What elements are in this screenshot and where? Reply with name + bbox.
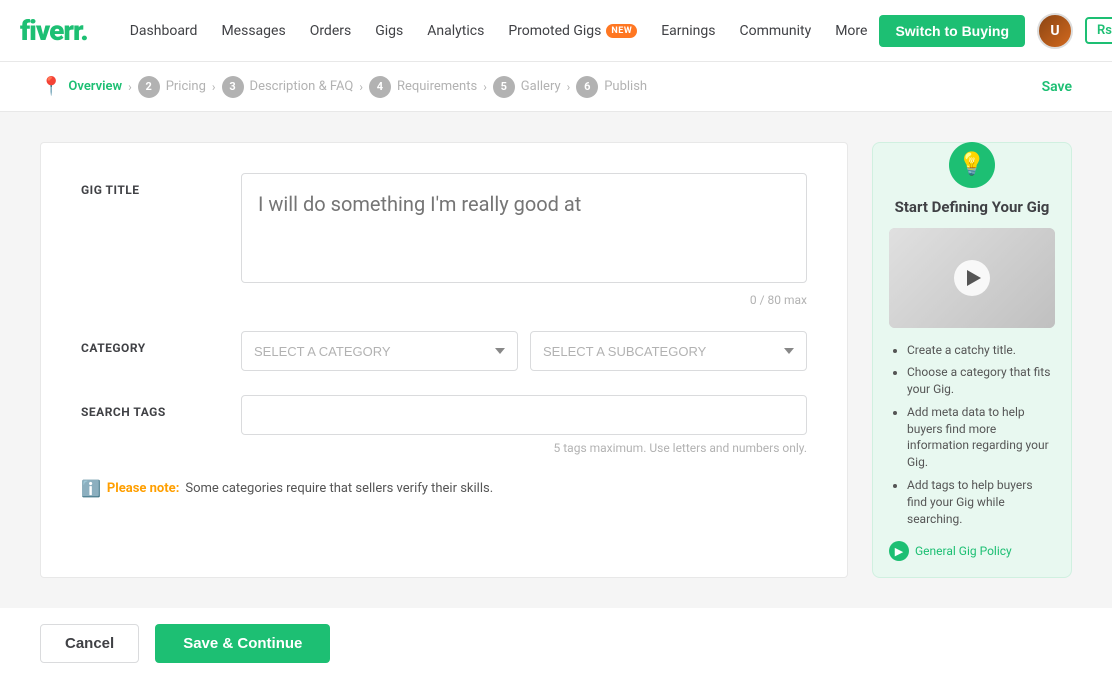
nav-item-messages[interactable]: Messages xyxy=(209,0,297,62)
main-content: GIG TITLE 0 / 80 max CATEGORY SELECT A C… xyxy=(0,112,1112,608)
search-tags-field: 5 tags maximum. Use letters and numbers … xyxy=(241,395,807,455)
nav-item-analytics[interactable]: Analytics xyxy=(415,0,496,62)
category-row: CATEGORY SELECT A CATEGORY SELECT A SUBC… xyxy=(81,331,807,371)
step-pricing-label: Pricing xyxy=(166,79,206,94)
breadcrumb-step-pricing[interactable]: 2 Pricing xyxy=(138,76,206,98)
cancel-button[interactable]: Cancel xyxy=(40,624,139,663)
navbar-right: Switch to Buying U Rs7,293.32 xyxy=(879,13,1112,49)
save-link[interactable]: Save xyxy=(1042,79,1072,95)
nav-menu: Dashboard Messages Orders Gigs Analytics… xyxy=(118,0,880,62)
step-requirements-label: Requirements xyxy=(397,79,477,94)
search-tags-label: SEARCH TAGS xyxy=(81,395,241,419)
breadcrumb-arrow-3: › xyxy=(359,80,363,94)
category-selects: SELECT A CATEGORY SELECT A SUBCATEGORY xyxy=(241,331,807,371)
gig-title-label: GIG TITLE xyxy=(81,173,241,197)
please-note-label: Please note: xyxy=(107,481,179,496)
policy-icon: ▶ xyxy=(889,541,909,561)
please-note-text: Some categories require that sellers ver… xyxy=(185,481,493,496)
nav-item-orders[interactable]: Orders xyxy=(298,0,364,62)
nav-item-earnings[interactable]: Earnings xyxy=(649,0,727,62)
policy-link[interactable]: ▶ General Gig Policy xyxy=(889,541,1055,561)
bottom-bar: Cancel Save & Continue xyxy=(0,608,1112,679)
nav-item-gigs[interactable]: Gigs xyxy=(363,0,415,62)
switch-buying-button[interactable]: Switch to Buying xyxy=(879,15,1025,47)
breadcrumb-arrow-2: › xyxy=(212,80,216,94)
navbar: fiverr. Dashboard Messages Orders Gigs A… xyxy=(0,0,1112,62)
nav-item-more[interactable]: More xyxy=(823,0,879,62)
breadcrumb-step-description[interactable]: 3 Description & FAQ xyxy=(222,76,354,98)
breadcrumb-step-requirements[interactable]: 4 Requirements xyxy=(369,76,477,98)
lightbulb-icon-container: 💡 xyxy=(889,159,1055,188)
step-6-num: 6 xyxy=(576,76,598,98)
step-4-num: 4 xyxy=(369,76,391,98)
breadcrumb-arrow-4: › xyxy=(483,80,487,94)
policy-label: General Gig Policy xyxy=(915,544,1012,558)
sidebar-card: 💡 Start Defining Your Gig Create a catch… xyxy=(872,142,1072,578)
tags-input[interactable] xyxy=(241,395,807,435)
breadcrumb-step-overview[interactable]: 📍 Overview xyxy=(40,76,122,97)
tags-hint: 5 tags maximum. Use letters and numbers … xyxy=(241,441,807,455)
subcategory-select[interactable]: SELECT A SUBCATEGORY xyxy=(530,331,807,371)
tip-1: Create a catchy title. xyxy=(907,342,1055,359)
step-3-num: 3 xyxy=(222,76,244,98)
video-thumbnail[interactable] xyxy=(889,228,1055,328)
tip-3: Add meta data to help buyers find more i… xyxy=(907,404,1055,471)
form-card: GIG TITLE 0 / 80 max CATEGORY SELECT A C… xyxy=(40,142,848,578)
nav-item-community[interactable]: Community xyxy=(727,0,823,62)
warning-icon: ℹ️ xyxy=(81,479,101,498)
gig-title-field: 0 / 80 max xyxy=(241,173,807,307)
location-icon: 📍 xyxy=(40,76,62,97)
category-label: CATEGORY xyxy=(81,331,241,355)
avatar[interactable]: U xyxy=(1037,13,1073,49)
breadcrumb-step-gallery[interactable]: 5 Gallery xyxy=(493,76,561,98)
tips-list: Create a catchy title. Choose a category… xyxy=(889,342,1055,528)
step-5-num: 5 xyxy=(493,76,515,98)
info-card-title: Start Defining Your Gig xyxy=(889,198,1055,216)
breadcrumb-arrow-1: › xyxy=(128,80,132,94)
step-overview-label: Overview xyxy=(68,79,122,94)
char-count: 0 / 80 max xyxy=(241,293,807,307)
tip-4: Add tags to help buyers find your Gig wh… xyxy=(907,477,1055,527)
breadcrumb-bar: 📍 Overview › 2 Pricing › 3 Description &… xyxy=(0,62,1112,112)
category-select[interactable]: SELECT A CATEGORY xyxy=(241,331,518,371)
gig-title-input[interactable] xyxy=(241,173,807,283)
logo[interactable]: fiverr. xyxy=(20,14,88,47)
breadcrumb-arrow-5: › xyxy=(567,80,571,94)
balance-display: Rs7,293.32 xyxy=(1085,17,1112,44)
tip-2: Choose a category that fits your Gig. xyxy=(907,364,1055,398)
nav-item-promoted-gigs[interactable]: Promoted Gigs NEW xyxy=(496,0,649,62)
save-continue-button[interactable]: Save & Continue xyxy=(155,624,330,663)
lightbulb-icon: 💡 xyxy=(949,142,995,188)
breadcrumb-steps: 📍 Overview › 2 Pricing › 3 Description &… xyxy=(40,76,647,98)
new-badge: NEW xyxy=(606,24,637,38)
step-gallery-label: Gallery xyxy=(521,79,561,94)
category-field: SELECT A CATEGORY SELECT A SUBCATEGORY xyxy=(241,331,807,371)
nav-item-dashboard[interactable]: Dashboard xyxy=(118,0,210,62)
play-button[interactable] xyxy=(954,260,990,296)
step-publish-label: Publish xyxy=(604,79,647,94)
gig-title-row: GIG TITLE 0 / 80 max xyxy=(81,173,807,307)
search-tags-row: SEARCH TAGS 5 tags maximum. Use letters … xyxy=(81,395,807,455)
step-2-num: 2 xyxy=(138,76,160,98)
step-description-label: Description & FAQ xyxy=(250,79,354,94)
please-note: ℹ️ Please note: Some categories require … xyxy=(81,479,807,498)
play-icon xyxy=(967,270,981,286)
info-card: 💡 Start Defining Your Gig Create a catch… xyxy=(872,142,1072,578)
breadcrumb-step-publish[interactable]: 6 Publish xyxy=(576,76,647,98)
